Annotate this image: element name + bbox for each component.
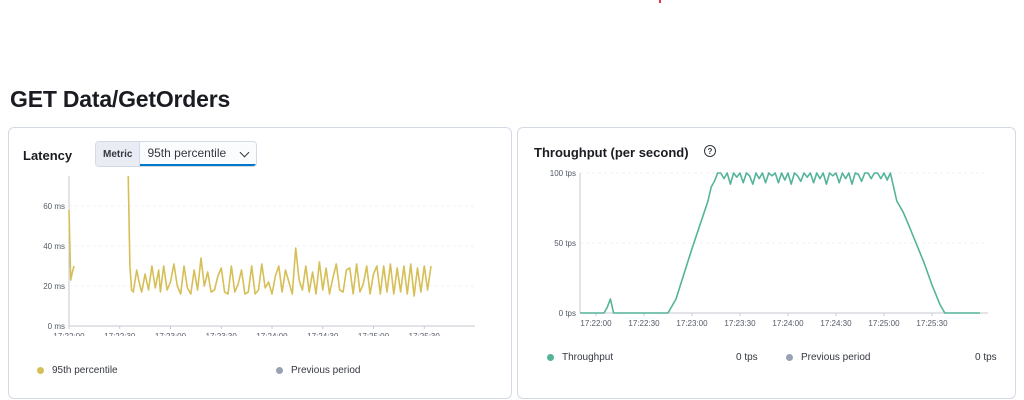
metric-label: Metric	[96, 142, 141, 166]
legend-value: 0 tps	[975, 352, 997, 363]
y-tick-label: 0 tps	[559, 309, 576, 318]
x-tick-label: 17:22:00	[580, 319, 612, 328]
x-tick-label: 17:25:30	[916, 319, 948, 328]
throughput-panel: Throughput (per second) ? 0 tps 50 tps 100…	[517, 127, 1016, 399]
y-tick-label: 100 tps	[550, 169, 576, 178]
metric-value: 95th percentile	[147, 146, 227, 160]
page-title: GET Data/GetOrders	[10, 86, 231, 112]
x-tick-label: 17:23:30	[724, 319, 756, 328]
legend-value: 0 tps	[736, 352, 758, 363]
x-tick-label: 17:25:00	[358, 332, 390, 336]
chevron-down-icon	[239, 147, 250, 158]
latency-title: Latency	[23, 148, 73, 163]
help-icon[interactable]: ?	[704, 145, 716, 157]
legend-item-previous[interactable]: Previous period	[786, 352, 870, 363]
x-tick-label: 17:24:30	[307, 332, 339, 336]
x-tick-label: 17:22:30	[104, 332, 136, 336]
latency-chart[interactable]: 0 ms 20 ms 40 ms 60 ms 17:22:00 17:22:30 17:23…	[15, 176, 475, 336]
x-tick-label: 17:23:00	[155, 332, 187, 336]
legend-label: Previous period	[291, 365, 361, 376]
x-tick-label: 17:23:30	[206, 332, 238, 336]
legend-item-previous[interactable]: Previous period	[276, 365, 360, 376]
legend-value-previous: 0 tps	[975, 352, 997, 363]
y-tick-label: 50 tps	[554, 239, 576, 248]
series-line	[68, 209, 75, 281]
y-tick-label: 0 ms	[48, 322, 65, 331]
legend-dot	[276, 367, 283, 374]
y-tick-label: 20 ms	[43, 282, 65, 291]
x-tick-label: 17:24:00	[256, 332, 288, 336]
legend-item-latency[interactable]: 95th percentile	[37, 365, 118, 376]
metric-select[interactable]: Metric 95th percentile	[95, 141, 257, 167]
legend-label: 95th percentile	[52, 365, 118, 376]
y-tick-label: 60 ms	[43, 202, 65, 211]
y-tick-label: 40 ms	[43, 242, 65, 251]
legend-label: Throughput	[562, 352, 614, 363]
x-tick-label: 17:22:00	[53, 332, 85, 336]
legend-item-throughput[interactable]: Throughput	[547, 352, 613, 363]
x-tick-label: 17:24:00	[772, 319, 804, 328]
legend-label: Previous period	[801, 352, 871, 363]
legend-dot	[37, 367, 44, 374]
throughput-chart[interactable]: 0 tps 50 tps 100 tps 17:22:00 17:22:30 17:23:…	[522, 163, 1000, 329]
legend-value-throughput: 0 tps	[736, 352, 758, 363]
x-tick-label: 17:22:30	[628, 319, 660, 328]
metric-dropdown[interactable]: 95th percentile	[140, 142, 256, 166]
x-tick-label: 17:24:30	[820, 319, 852, 328]
x-tick-label: 17:23:00	[676, 319, 708, 328]
x-tick-label: 17:25:00	[868, 319, 900, 328]
legend-dot	[547, 354, 554, 361]
cursor-indicator	[659, 0, 661, 3]
throughput-title: Throughput (per second)	[534, 145, 689, 160]
latency-panel: Latency Metric 95th percentile 0 ms 20 ms…	[8, 127, 512, 399]
series-line	[127, 176, 432, 297]
legend-dot	[786, 354, 793, 361]
x-tick-label: 17:25:30	[409, 332, 441, 336]
